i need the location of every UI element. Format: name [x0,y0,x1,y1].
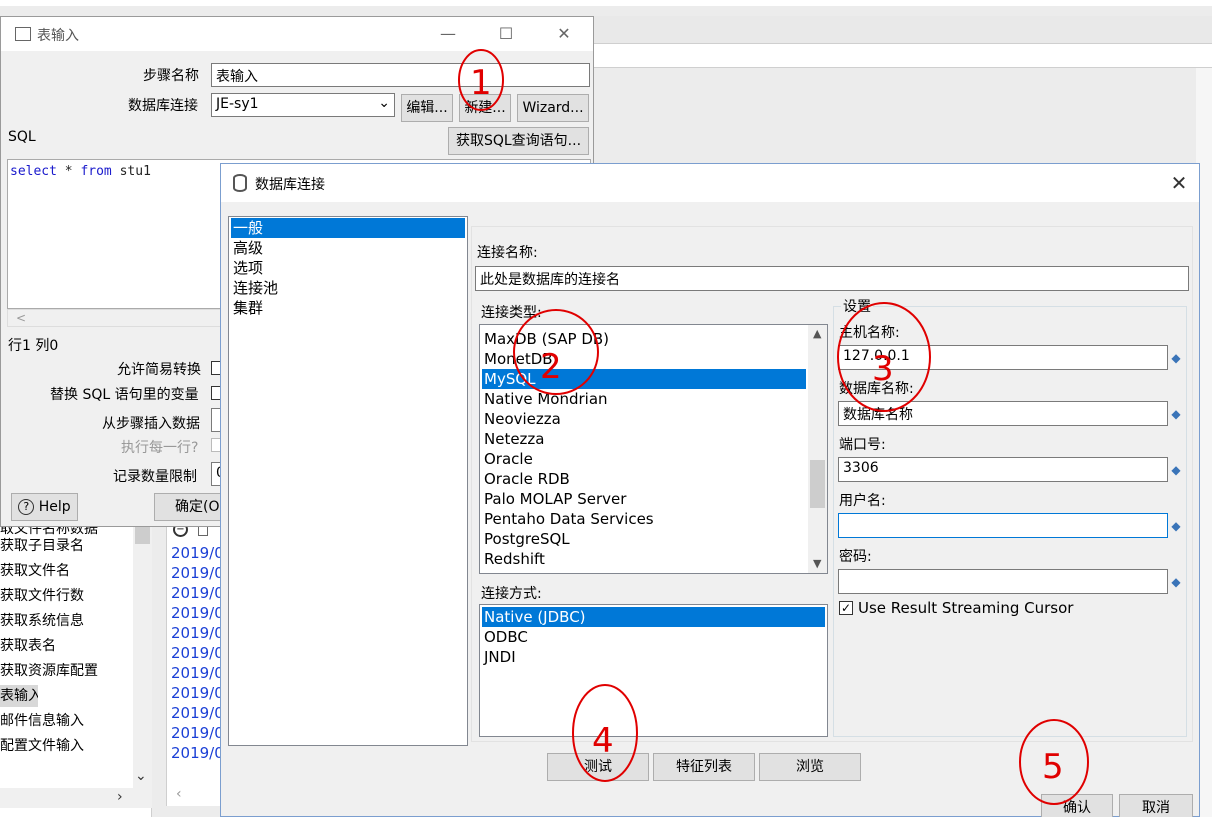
annotation-number: 2 [540,347,562,387]
annotation-number: 1 [470,63,492,103]
annotation-number: 5 [1042,747,1064,787]
annotation-number: 4 [592,721,614,761]
annotation-number: 3 [872,349,894,389]
annotation-layer: 1 2 3 4 5 [458,49,1089,805]
